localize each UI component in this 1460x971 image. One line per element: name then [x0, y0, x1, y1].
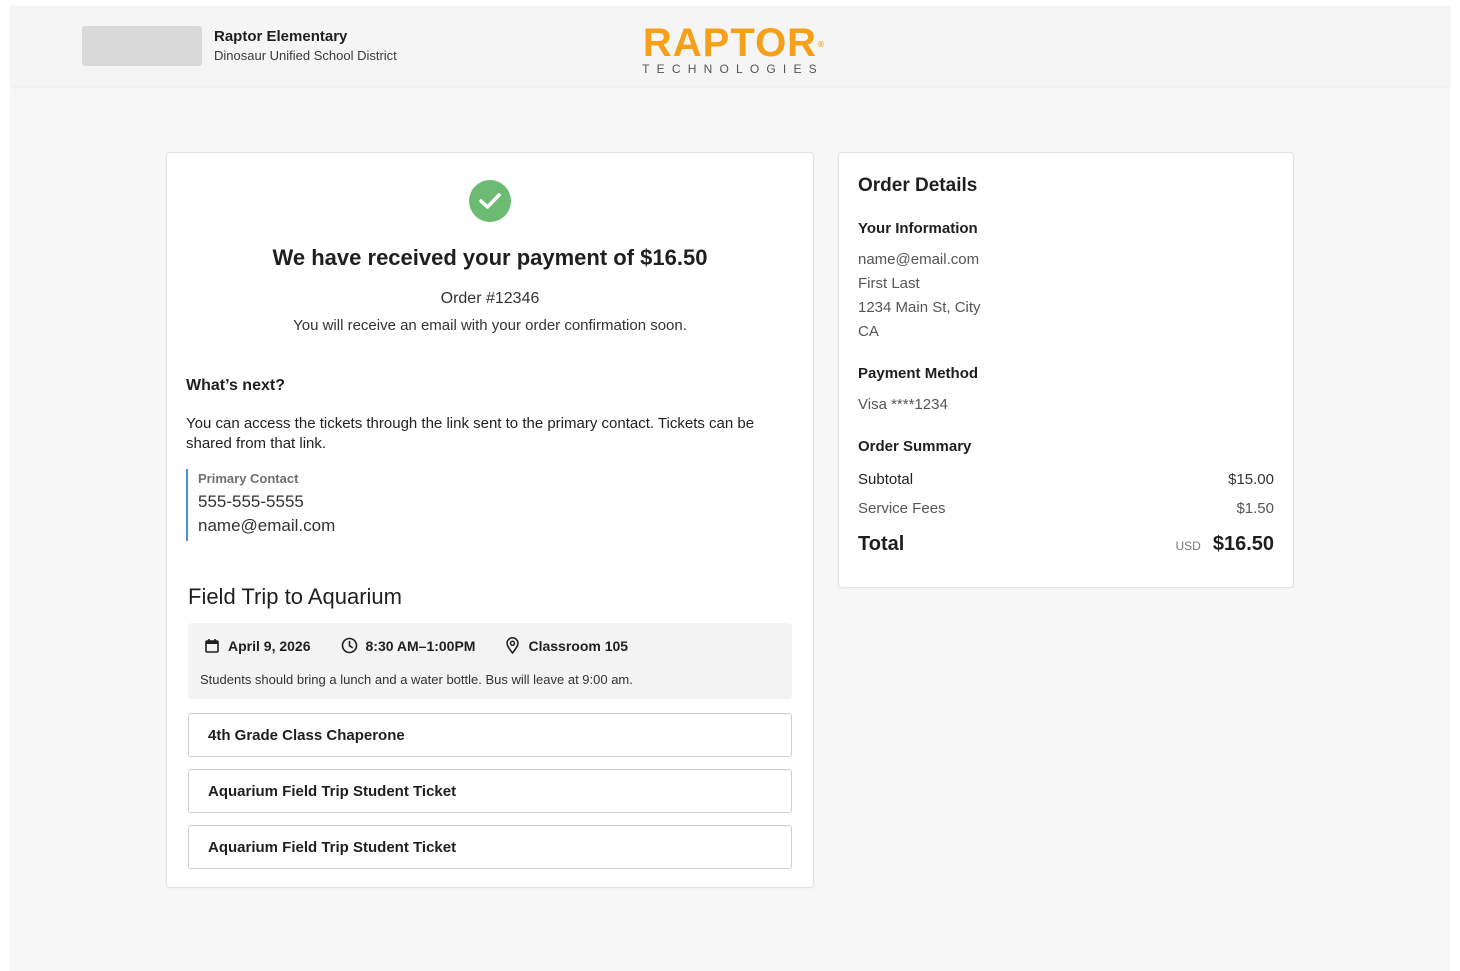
subtotal-value: $15.00: [1228, 471, 1274, 488]
event-date: April 9, 2026: [204, 638, 311, 654]
order-number: Order #12346: [440, 290, 540, 307]
brand-wordmark: RAPTOR: [642, 21, 818, 65]
ticket-name: Aquarium Field Trip Student Ticket: [208, 783, 457, 800]
clock-icon: [341, 637, 357, 654]
primary-contact-phone: 555-555-5555: [198, 492, 304, 511]
primary-contact-email: name@email.com: [198, 516, 336, 535]
your-information-title: Your Information: [858, 220, 978, 237]
service-fees-row: Service Fees $1.50: [858, 500, 1274, 517]
school-logo-placeholder: [82, 26, 202, 66]
customer-name: First Last: [858, 275, 920, 292]
ticket-name: 4th Grade Class Chaperone: [208, 727, 405, 744]
currency-code: USD: [1175, 539, 1201, 553]
total-label: Total: [858, 533, 905, 555]
raptor-logo: RAPTOR ® TECHNOLOGIES: [635, 21, 826, 76]
service-fees-label: Service Fees: [858, 500, 946, 517]
whats-next-body: You can access the tickets through the l…: [186, 415, 755, 452]
event-time: 8:30 AM–1:00PM: [341, 637, 475, 654]
school-name: Raptor Elementary: [214, 28, 348, 45]
service-fees-value: $1.50: [1236, 500, 1274, 517]
total-value: $16.50: [1212, 533, 1274, 555]
order-details-card: Order Details Your Information name@emai…: [838, 152, 1294, 588]
payment-method-value: Visa ****1234: [858, 396, 948, 413]
confirmation-card: We have received your payment of $16.50 …: [166, 152, 814, 888]
event-info-panel: April 9, 2026 8:30 AM–1:00PM Classroom 1…: [188, 623, 792, 699]
event-title: Field Trip to Aquarium: [188, 584, 402, 609]
map-pin-icon: [506, 637, 520, 654]
registered-mark: ®: [818, 40, 826, 49]
customer-address: 1234 Main St, City: [858, 299, 981, 316]
event-note: Students should bring a lunch and a wate…: [200, 672, 633, 687]
event-location: Classroom 105: [505, 637, 628, 654]
primary-contact-label: Primary Contact: [198, 471, 299, 486]
customer-state: CA: [858, 323, 879, 340]
order-details-title: Order Details: [858, 175, 978, 196]
check-circle-icon: [469, 180, 511, 222]
ticket-item[interactable]: 4th Grade Class Chaperone: [188, 713, 792, 757]
event-meta: April 9, 2026 8:30 AM–1:00PM Classroom 1…: [204, 637, 658, 654]
ticket-name: Aquarium Field Trip Student Ticket: [208, 839, 457, 856]
email-notice: You will receive an email with your orde…: [293, 317, 687, 334]
district-name: Dinosaur Unified School District: [214, 48, 397, 63]
subtotal-label: Subtotal: [858, 471, 914, 488]
payment-headline: We have received your payment of $16.50: [272, 245, 708, 270]
payment-method-title: Payment Method: [858, 365, 979, 382]
ticket-item[interactable]: Aquarium Field Trip Student Ticket: [188, 769, 792, 813]
primary-contact: Primary Contact 555-555-5555 name@email.…: [186, 469, 335, 541]
header: Raptor Elementary Dinosaur Unified Schoo…: [10, 6, 1450, 86]
whats-next-title: What’s next?: [186, 377, 285, 394]
subtotal-row: Subtotal $15.00: [858, 471, 1274, 488]
order-summary-title: Order Summary: [858, 438, 972, 455]
total-row: Total USD $16.50: [858, 533, 1274, 556]
customer-email: name@email.com: [858, 251, 980, 268]
page-frame: Raptor Elementary Dinosaur Unified Schoo…: [10, 6, 1450, 971]
calendar-icon: [205, 638, 219, 653]
ticket-item[interactable]: Aquarium Field Trip Student Ticket: [188, 825, 792, 869]
